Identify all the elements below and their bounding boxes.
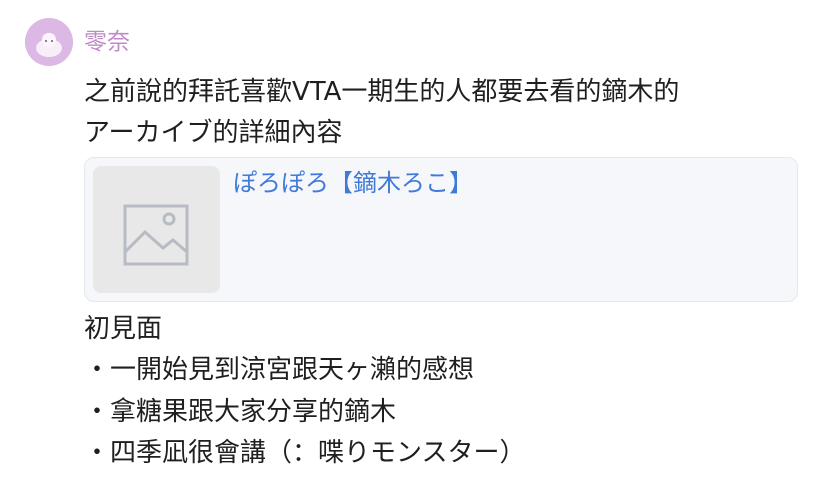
message-text-line: ・一開始見到涼宮跟天ヶ瀨的感想 [84,355,475,385]
message-text-line: ・四季凪很會講（：喋りモンスター） [84,438,526,468]
message-text-line: 之前說的拜託喜歡VTA一期生的人都要去看的鏑木的 [84,77,680,107]
link-preview-title[interactable]: ぽろぽろ【鏑木ろこ】 [233,166,473,200]
image-placeholder-icon [123,204,189,266]
message-text-line: ・拿糖果跟大家分享的鏑木 [84,397,397,427]
avatar-illustration-icon [25,18,73,66]
username[interactable]: 零奈 [84,26,130,58]
message-text-line: 初見面 [84,314,163,344]
user-avatar[interactable] [25,18,73,66]
message-text-line: アーカイブ的詳細內容 [84,118,343,148]
link-preview-thumbnail [93,166,220,293]
link-preview-card[interactable]: ぽろぽろ【鏑木ろこ】 [84,157,798,302]
chat-message: 零奈 之前說的拜託喜歡VTA一期生的人都要去看的鏑木的 アーカイブ的詳細內容 ぽ… [0,0,828,488]
